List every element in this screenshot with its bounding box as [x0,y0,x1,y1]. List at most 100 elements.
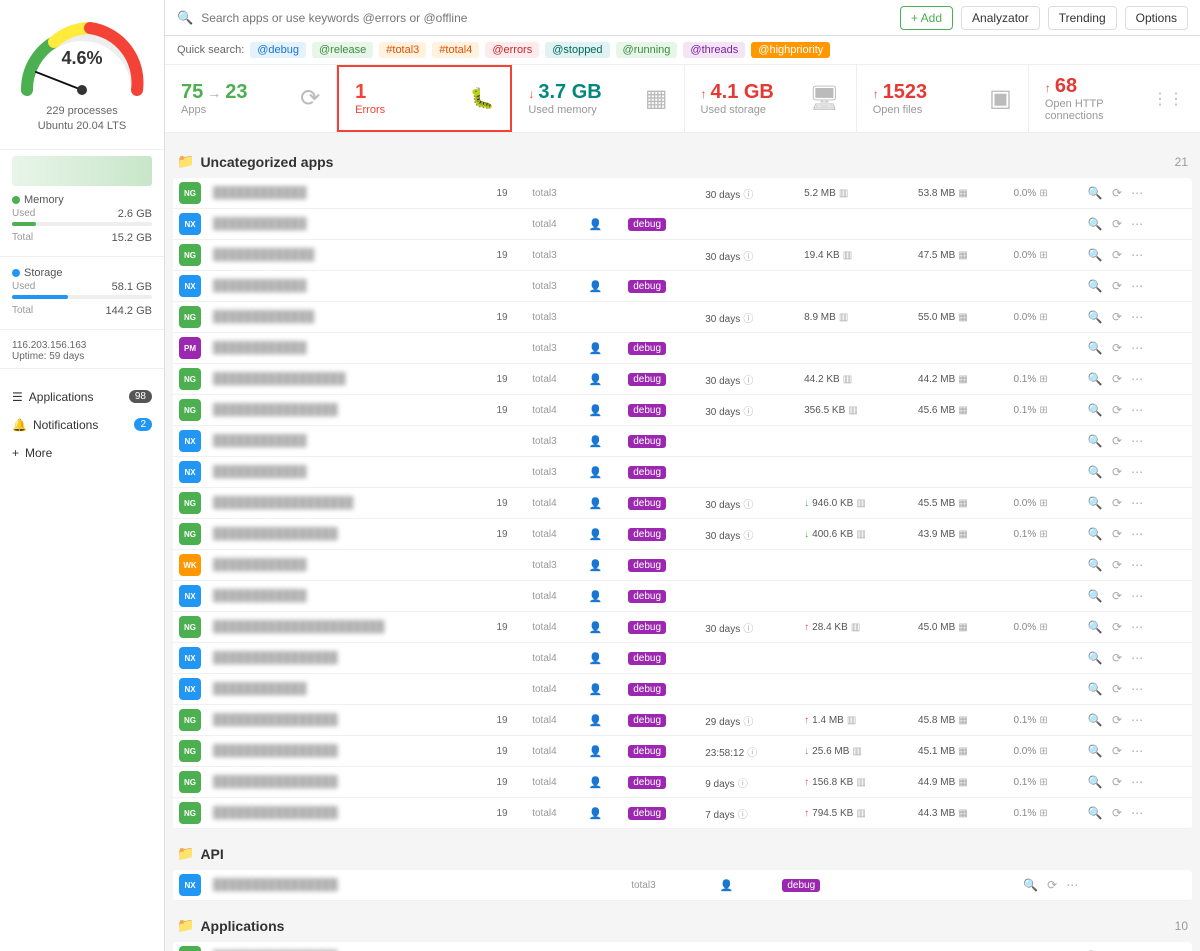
tag-total4[interactable]: #total4 [432,42,479,58]
more-action-btn[interactable]: ⋯ [1128,401,1146,419]
refresh-action-btn[interactable]: ⟳ [1109,587,1125,605]
sidebar-item-notifications[interactable]: 🔔 Notifications 2 [0,411,164,439]
refresh-action-btn[interactable]: ⟳ [1109,370,1125,388]
more-action-btn[interactable]: ⋯ [1128,184,1146,202]
table-row[interactable]: NX ████████████████ total4 👤 debug [173,643,1192,674]
more-action-btn[interactable]: ⋯ [1128,711,1146,729]
search-action-btn[interactable]: 🔍 [1085,773,1106,791]
refresh-action-btn[interactable]: ⟳ [1109,804,1125,822]
more-action-btn[interactable]: ⋯ [1128,308,1146,326]
add-button[interactable]: + Add [900,6,953,30]
table-row[interactable]: NX ████████████ total4 👤 debug [173,209,1192,240]
table-row[interactable]: WK ████████████ total3 👤 debug [173,550,1192,581]
table-row[interactable]: NX ████████████ total4 👤 debug [173,674,1192,705]
refresh-action-btn[interactable]: ⟳ [1109,494,1125,512]
table-row[interactable]: NX ████████████ total4 👤 debug [173,581,1192,612]
refresh-action-btn[interactable]: ⟳ [1109,711,1125,729]
table-row[interactable]: NG ████████████████ 19 total4 👤 debug 7 … [173,798,1192,829]
search-input[interactable] [201,11,892,25]
more-action-btn[interactable]: ⋯ [1128,618,1146,636]
search-action-btn[interactable]: 🔍 [1085,463,1106,481]
search-action-btn[interactable]: 🔍 [1085,308,1106,326]
search-action-btn[interactable]: 🔍 [1085,184,1106,202]
search-action-btn[interactable]: 🔍 [1085,742,1106,760]
trending-button[interactable]: Trending [1048,6,1117,30]
table-row[interactable]: NG ████████████████ 19 total3 30 days ⓘ [173,942,1192,951]
table-row[interactable]: NG █████████████ 19 total3 30 days ⓘ [173,302,1192,333]
search-action-btn[interactable]: 🔍 [1085,432,1106,450]
more-action-btn[interactable]: ⋯ [1063,876,1081,894]
more-action-btn[interactable]: ⋯ [1128,680,1146,698]
more-action-btn[interactable]: ⋯ [1128,463,1146,481]
table-row[interactable]: NG ██████████████████ 19 total4 👤 debug … [173,488,1192,519]
tag-total3[interactable]: #total3 [379,42,426,58]
search-action-btn[interactable]: 🔍 [1085,339,1106,357]
refresh-action-btn[interactable]: ⟳ [1109,525,1125,543]
more-action-btn[interactable]: ⋯ [1128,804,1146,822]
search-action-btn[interactable]: 🔍 [1085,215,1106,233]
table-row[interactable]: NG ████████████████ 19 total4 👤 debug 30… [173,519,1192,550]
refresh-action-btn[interactable]: ⟳ [1109,773,1125,791]
refresh-action-btn[interactable]: ⟳ [1109,742,1125,760]
refresh-action-btn[interactable]: ⟳ [1109,277,1125,295]
table-row[interactable]: NG ████████████████ 19 total4 👤 debug 29… [173,705,1192,736]
refresh-action-btn[interactable]: ⟳ [1109,246,1125,264]
more-action-btn[interactable]: ⋯ [1128,587,1146,605]
table-row[interactable]: NG █████████████████ 19 total4 👤 debug 3… [173,364,1192,395]
refresh-action-btn[interactable]: ⟳ [1109,432,1125,450]
refresh-action-btn[interactable]: ⟳ [1109,556,1125,574]
search-action-btn[interactable]: 🔍 [1020,876,1041,894]
more-action-btn[interactable]: ⋯ [1128,556,1146,574]
sidebar-item-applications[interactable]: ☰ Applications 98 [0,383,164,411]
more-action-btn[interactable]: ⋯ [1128,215,1146,233]
search-action-btn[interactable]: 🔍 [1085,525,1106,543]
table-row[interactable]: NG ████████████ 19 total3 30 days ⓘ [173,178,1192,209]
sidebar-item-more[interactable]: + More [0,439,164,467]
tag-stopped[interactable]: @stopped [545,42,609,58]
refresh-action-btn[interactable]: ⟳ [1044,876,1060,894]
table-row[interactable]: NX ████████████████ total3 👤 debug [173,870,1192,901]
refresh-action-btn[interactable]: ⟳ [1109,401,1125,419]
refresh-action-btn[interactable]: ⟳ [1109,649,1125,667]
search-action-btn[interactable]: 🔍 [1085,804,1106,822]
options-button[interactable]: Options [1125,6,1188,30]
tag-running[interactable]: @running [616,42,678,58]
search-action-btn[interactable]: 🔍 [1085,401,1106,419]
table-row[interactable]: NG ████████████████ 19 total4 👤 debug 30… [173,395,1192,426]
analyzer-button[interactable]: Analyzator [961,6,1040,30]
table-row[interactable]: NG ██████████████████████ 19 total4 👤 de… [173,612,1192,643]
tag-highpriority[interactable]: @highpriority [751,42,830,58]
more-action-btn[interactable]: ⋯ [1128,370,1146,388]
search-action-btn[interactable]: 🔍 [1085,556,1106,574]
search-action-btn[interactable]: 🔍 [1085,649,1106,667]
refresh-action-btn[interactable]: ⟳ [1109,339,1125,357]
refresh-action-btn[interactable]: ⟳ [1109,680,1125,698]
search-action-btn[interactable]: 🔍 [1085,370,1106,388]
tag-debug[interactable]: @debug [250,42,306,58]
refresh-action-btn[interactable]: ⟳ [1109,215,1125,233]
more-action-btn[interactable]: ⋯ [1128,525,1146,543]
table-row[interactable]: NX ████████████ total3 👤 debug [173,457,1192,488]
table-row[interactable]: NG ████████████████ 19 total4 👤 debug 23… [173,736,1192,767]
table-row[interactable]: NG ████████████████ 19 total4 👤 debug 9 … [173,767,1192,798]
tag-errors[interactable]: @errors [485,42,539,58]
tag-threads[interactable]: @threads [683,42,745,58]
more-action-btn[interactable]: ⋯ [1128,742,1146,760]
refresh-action-btn[interactable]: ⟳ [1109,308,1125,326]
refresh-action-btn[interactable]: ⟳ [1109,618,1125,636]
table-row[interactable]: NX ████████████ total3 👤 debug [173,271,1192,302]
table-row[interactable]: PM ████████████ total3 👤 debug [173,333,1192,364]
more-action-btn[interactable]: ⋯ [1128,494,1146,512]
refresh-action-btn[interactable]: ⟳ [1109,184,1125,202]
more-action-btn[interactable]: ⋯ [1128,773,1146,791]
table-row[interactable]: NX ████████████ total3 👤 debug [173,426,1192,457]
more-action-btn[interactable]: ⋯ [1128,277,1146,295]
refresh-action-btn[interactable]: ⟳ [1109,463,1125,481]
more-action-btn[interactable]: ⋯ [1128,246,1146,264]
search-action-btn[interactable]: 🔍 [1085,277,1106,295]
search-action-btn[interactable]: 🔍 [1085,618,1106,636]
search-action-btn[interactable]: 🔍 [1085,587,1106,605]
more-action-btn[interactable]: ⋯ [1128,432,1146,450]
more-action-btn[interactable]: ⋯ [1128,339,1146,357]
search-action-btn[interactable]: 🔍 [1085,246,1106,264]
